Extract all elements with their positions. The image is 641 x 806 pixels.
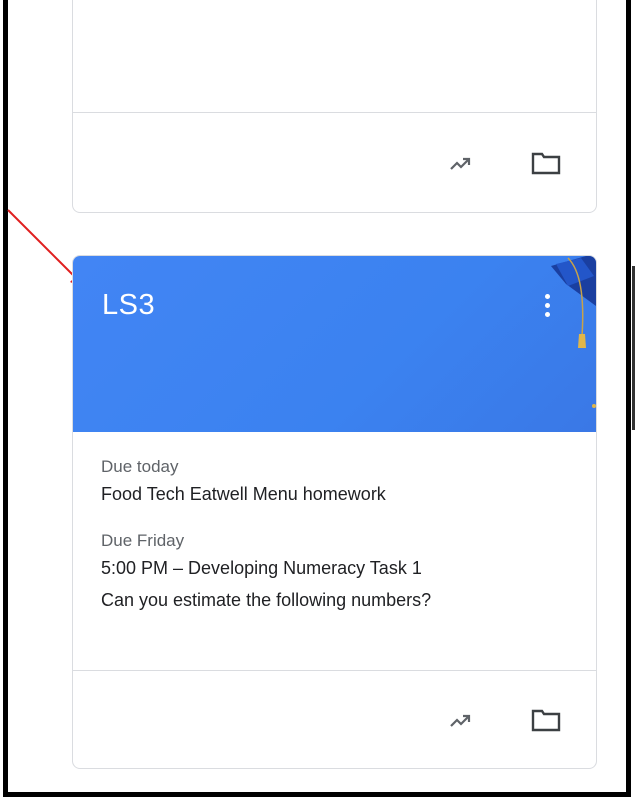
card-footer bbox=[73, 670, 596, 768]
screenshot-frame: LS3 Due today Food Tech Eatwell Menu hom… bbox=[3, 0, 631, 797]
class-title[interactable]: LS3 bbox=[102, 289, 155, 322]
due-label: Due today bbox=[101, 457, 179, 476]
due-group-friday: Due Friday 5:00 PM – Developing Numeracy… bbox=[101, 530, 568, 616]
class-banner[interactable]: LS3 bbox=[73, 256, 596, 432]
assignment-link[interactable]: Can you estimate the following numbers? bbox=[101, 584, 568, 616]
assignment-link[interactable]: 5:00 PM – Developing Numeracy Task 1 bbox=[101, 552, 568, 584]
menu-dot bbox=[544, 293, 550, 299]
menu-dot bbox=[544, 302, 550, 308]
class-card-ls3[interactable]: LS3 Due today Food Tech Eatwell Menu hom… bbox=[72, 255, 597, 769]
card-body bbox=[73, 0, 596, 112]
menu-dot bbox=[544, 311, 550, 317]
more-vert-icon[interactable] bbox=[535, 288, 559, 322]
class-card-previous bbox=[72, 0, 597, 213]
folder-icon[interactable] bbox=[528, 702, 564, 738]
due-list: Due today Food Tech Eatwell Menu homewor… bbox=[73, 432, 596, 670]
trending-up-icon[interactable] bbox=[442, 145, 478, 181]
trending-up-icon[interactable] bbox=[442, 702, 478, 738]
assignment-link[interactable]: Food Tech Eatwell Menu homework bbox=[101, 478, 568, 510]
due-label: Due Friday bbox=[101, 531, 185, 550]
folder-icon[interactable] bbox=[528, 145, 564, 181]
card-footer bbox=[73, 112, 596, 212]
graduation-cap-illustration bbox=[551, 256, 596, 408]
adjacent-card-edge bbox=[632, 266, 635, 430]
due-group-today: Due today Food Tech Eatwell Menu homewor… bbox=[101, 456, 568, 510]
